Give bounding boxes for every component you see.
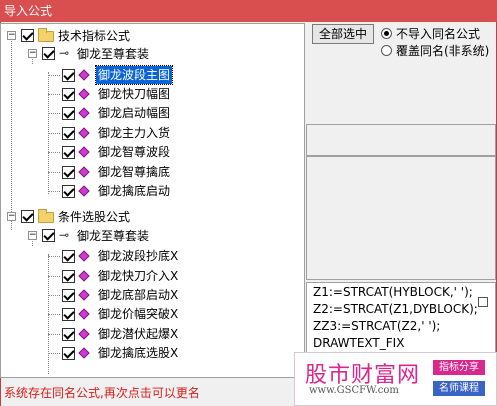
tree-label: 御龙至尊套装 [77, 229, 150, 243]
code-line: Z2:=STRCAT(Z1,DYBLOCK); [313, 302, 478, 316]
checkbox[interactable] [21, 29, 34, 42]
tree-item-formula[interactable]: 御龙快刀介入X [1, 267, 304, 285]
checkbox[interactable] [42, 229, 55, 242]
tree-item-formula[interactable]: 御龙价幅突破X [1, 305, 304, 323]
radio-overwrite-label: 覆盖同名(非系统) [396, 44, 490, 58]
checkbox[interactable] [62, 347, 75, 360]
tree-label: 御龙潜伏起爆X [98, 327, 179, 341]
checkbox[interactable] [62, 185, 75, 198]
checkbox[interactable] [62, 107, 75, 120]
watermark-url: www.GSCFW.com [309, 385, 399, 396]
option-checkbox[interactable] [478, 297, 488, 307]
formula-tree[interactable]: − 技术指标公式 − ⊸ 御龙至尊套装 御龙波段主图 御龙快刀幅图 御龙启动幅图… [0, 23, 305, 378]
status-message: 系统存在同名公式,再次点击可以更名 [4, 386, 200, 400]
formula-icon [78, 127, 90, 139]
formula-icon [78, 166, 90, 178]
radio-no-import-label: 不导入同名公式 [396, 27, 481, 41]
tree-label: 御龙智尊擒底 [98, 165, 171, 179]
select-all-button[interactable]: 全部选中 [312, 24, 374, 44]
watermark-tag-share: 指标分享 [433, 360, 485, 375]
tree-item-set[interactable]: − ⊸ 御龙至尊套装 [1, 227, 304, 245]
checkbox[interactable] [21, 210, 34, 223]
collapse-icon[interactable]: − [28, 231, 37, 240]
tree-label: 御龙智尊波段 [98, 145, 171, 159]
tree-label: 条件选股公式 [58, 210, 131, 224]
collapse-icon[interactable]: − [7, 31, 16, 40]
checkbox[interactable] [62, 166, 75, 179]
code-line: Z1:=STRCAT(HYBLOCK,' '); [313, 285, 473, 299]
tree-label: 御龙擒底启动 [98, 184, 171, 198]
tree-label: 御龙波段抄底X [98, 249, 179, 263]
code-line: DRAWTEXT_FIX [313, 336, 405, 350]
tree-label: 御龙价幅突破X [98, 307, 179, 321]
watermark-tag-course: 名师课程 [433, 381, 485, 396]
tree-item-formula[interactable]: 御龙底部启动X [1, 286, 304, 304]
radio-no-import[interactable] [381, 28, 392, 39]
tree-item-formula[interactable]: 御龙主力入货 [1, 124, 304, 142]
window-title: 导入公式 [4, 4, 53, 18]
formula-icon [78, 328, 90, 340]
checkbox[interactable] [62, 250, 75, 263]
formula-icon [78, 146, 90, 158]
folder-icon [38, 28, 54, 42]
tree-item-screen-formulas[interactable]: − 条件选股公式 [1, 208, 304, 226]
checkbox[interactable] [62, 88, 75, 101]
checkbox[interactable] [62, 146, 75, 159]
formula-icon [78, 69, 90, 81]
tree-label: 御龙快刀幅图 [98, 87, 171, 101]
tree-label: 御龙擒底选股X [98, 346, 179, 360]
collapse-icon[interactable]: − [7, 212, 16, 221]
checkbox[interactable] [62, 328, 75, 341]
formula-icon [78, 185, 90, 197]
tree-item-formula[interactable]: 御龙智尊波段 [1, 143, 304, 161]
tree-label: 御龙底部启动X [98, 288, 179, 302]
tree-item-formula[interactable]: 御龙波段抄底X [1, 247, 304, 265]
formula-icon [78, 347, 90, 359]
title-bar[interactable]: 导入公式 [0, 0, 497, 22]
tree-item-set[interactable]: − ⊸ 御龙至尊套装 [1, 45, 304, 63]
checkbox[interactable] [62, 127, 75, 140]
checkbox[interactable] [62, 289, 75, 302]
tree-label: 技术指标公式 [58, 29, 131, 43]
key-icon: ⊸ [59, 228, 70, 242]
tree-item-formula[interactable]: 御龙智尊擒底 [1, 163, 304, 181]
tree-item-formula[interactable]: 御龙擒底启动 [1, 182, 304, 200]
watermark-logo: 股市财富网 www.GSCFW.com 指标分享 名师课程 [294, 352, 497, 406]
checkbox[interactable] [62, 69, 75, 82]
checkbox[interactable] [62, 308, 75, 321]
tree-label: 御龙启动幅图 [98, 106, 171, 120]
radio-overwrite[interactable] [381, 45, 392, 56]
tree-label: 御龙至尊套装 [77, 47, 150, 61]
folder-icon [38, 209, 54, 223]
formula-icon [78, 250, 90, 262]
tree-label: 御龙主力入货 [98, 126, 171, 140]
formula-icon [78, 88, 90, 100]
tree-item-formula[interactable]: 御龙波段主图 [1, 65, 304, 85]
checkbox[interactable] [62, 270, 75, 283]
formula-icon [78, 308, 90, 320]
description-panel [306, 156, 496, 280]
key-icon: ⊸ [59, 46, 70, 60]
tree-item-formula[interactable]: 御龙擒底选股X [1, 344, 304, 362]
formula-icon [78, 107, 90, 119]
code-line: ZZ3:=STRCAT(Z2,' '); [313, 319, 441, 333]
tree-item-formula[interactable]: 御龙潜伏起爆X [1, 325, 304, 343]
tree-item-tech-formulas[interactable]: − 技术指标公式 [1, 27, 304, 45]
tree-item-formula[interactable]: 御龙快刀幅图 [1, 85, 304, 103]
formula-icon [78, 289, 90, 301]
info-panel [306, 124, 496, 156]
collapse-icon[interactable]: − [28, 49, 37, 58]
checkbox[interactable] [42, 47, 55, 60]
formula-icon [78, 270, 90, 282]
tree-item-formula[interactable]: 御龙启动幅图 [1, 104, 304, 122]
tree-label: 御龙波段主图 [94, 65, 174, 85]
tree-label: 御龙快刀介入X [98, 269, 179, 283]
